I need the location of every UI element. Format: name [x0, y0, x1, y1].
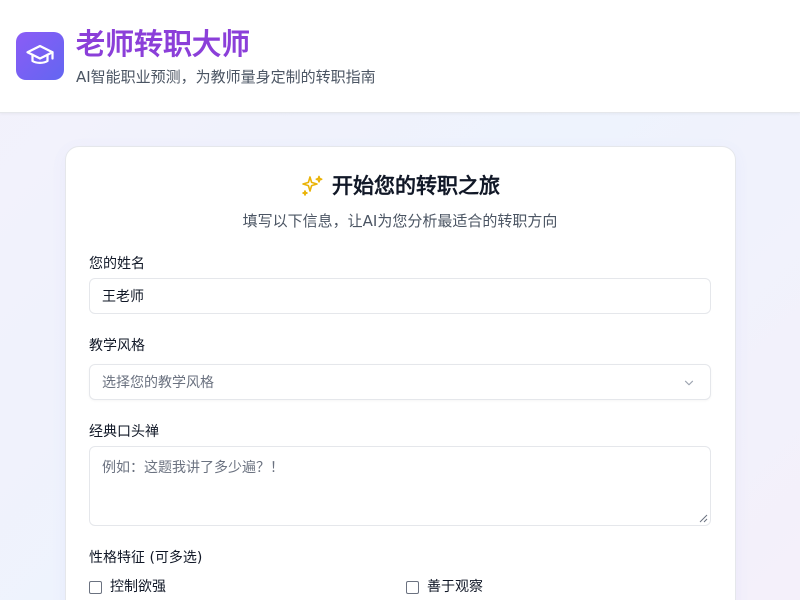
- app-header: 老师转职大师 AI智能职业预测，为教师量身定制的转职指南: [0, 0, 800, 113]
- name-input[interactable]: [89, 278, 711, 314]
- name-label: 您的姓名: [89, 256, 145, 272]
- trait-option-label: 控制欲强: [110, 579, 166, 595]
- resize-grip-icon[interactable]: [698, 513, 708, 523]
- trait-checkbox[interactable]: [406, 580, 419, 594]
- graduation-cap-icon: [26, 44, 54, 64]
- trait-option-control[interactable]: 控制欲强: [89, 577, 166, 597]
- card-title-text: 开始您的转职之旅: [332, 174, 500, 198]
- teaching-style-placeholder: 选择您的教学风格: [102, 375, 214, 391]
- traits-label: 性格特征 (可多选): [89, 550, 203, 566]
- trait-checkbox[interactable]: [89, 580, 102, 594]
- sparkles-icon: [302, 175, 323, 196]
- catchphrase-label: 经典口头禅: [89, 424, 159, 440]
- chevron-down-icon: [684, 380, 694, 386]
- card-subtitle: 填写以下信息，让AI为您分析最适合的转职方向: [242, 212, 558, 230]
- catchphrase-textarea[interactable]: 例如：这题我讲了多少遍？！: [89, 446, 711, 526]
- trait-option-observe[interactable]: 善于观察: [406, 577, 483, 597]
- app-subtitle: AI智能职业预测，为教师量身定制的转职指南: [76, 68, 376, 86]
- teaching-style-select[interactable]: 选择您的教学风格: [89, 364, 711, 400]
- app-title: 老师转职大师: [76, 27, 251, 61]
- app-logo: [16, 32, 64, 80]
- catchphrase-placeholder: 例如：这题我讲了多少遍？！: [102, 460, 284, 476]
- teaching-style-label: 教学风格: [89, 338, 145, 354]
- card-title: 开始您的转职之旅: [0, 171, 800, 201]
- trait-option-label: 善于观察: [427, 579, 483, 595]
